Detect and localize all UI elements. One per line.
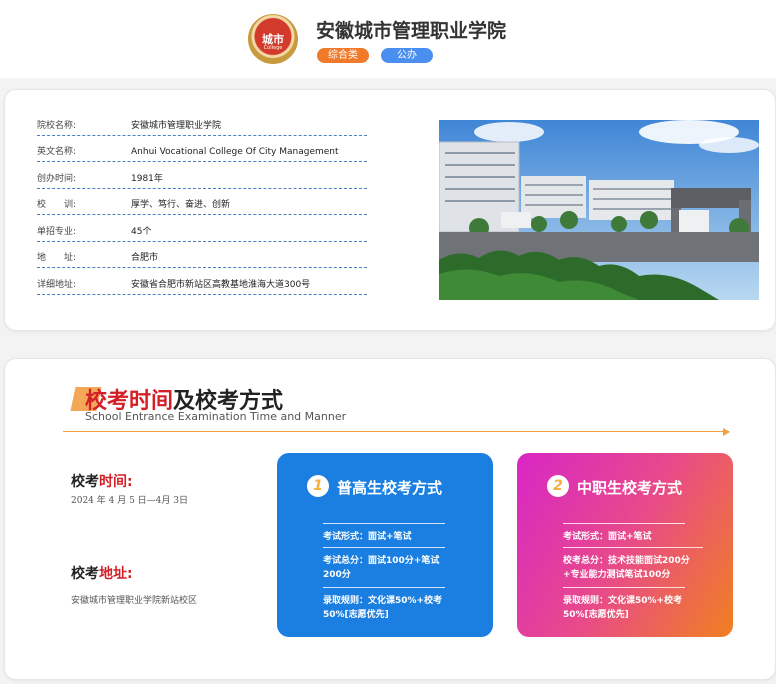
info-row: 单招专业: 45个 [37, 216, 367, 242]
section-subtitle: School Entrance Examination Time and Man… [85, 410, 347, 423]
info-label: 校 训: [37, 200, 77, 210]
info-label: 院校名称: [37, 121, 77, 131]
number-badge: 1 [307, 475, 329, 497]
school-title: 安徽城市管理职业学院 [316, 20, 507, 42]
info-value: 合肥市 [131, 253, 159, 263]
exam-address-value: 安徽城市管理职业学院新站校区 [71, 596, 198, 606]
ownership-tag[interactable]: 公办 [381, 48, 433, 63]
method-line: 校考总分：技术技能面试200分+专业能力测试笔试100分 [563, 547, 703, 582]
info-value: Anhui Vocational College Of City Managem… [131, 147, 339, 157]
campus-photo [439, 120, 759, 300]
info-row: 详细地址: 安徽省合肥市新站区高教基地淮海大道300号 [37, 269, 367, 295]
vocational-school-method-card: 2 中职生校考方式 考试形式：面试+笔试 校考总分：技术技能面试200分+专业能… [517, 453, 733, 637]
exam-section-card: 校考时间及校考方式 School Entrance Examination Ti… [4, 358, 776, 680]
info-value: 45个 [131, 227, 152, 237]
info-row: 英文名称: Anhui Vocational College Of City M… [37, 136, 367, 162]
info-value: 厚学、笃行、奋进、创新 [131, 200, 231, 210]
logo-subtext: College [263, 45, 283, 51]
method-line: 录取规则：文化课50%+校考50%[志愿优先] [323, 587, 445, 622]
info-value: 安徽城市管理职业学院 [131, 121, 222, 131]
info-row: 校 训: 厚学、笃行、奋进、创新 [37, 189, 367, 215]
method-line: 考试总分：面试100分+笔试200分 [323, 547, 445, 582]
general-high-school-method-card: 1 普高生校考方式 考试形式：面试+笔试 考试总分：面试100分+笔试200分 … [277, 453, 493, 637]
info-label: 创办时间: [37, 174, 77, 184]
campus-photo-illustration [439, 120, 759, 300]
info-label: 详细地址: [37, 280, 77, 290]
school-info-card: 院校名称: 安徽城市管理职业学院 英文名称: Anhui Vocational … [4, 89, 776, 331]
exam-time-value: 2024 年 4 月 5 日—4月 3日 [71, 496, 188, 506]
info-label: 单招专业: [37, 227, 77, 237]
info-value: 安徽省合肥市新站区高教基地淮海大道300号 [131, 280, 311, 290]
info-row: 地 址: 合肥市 [37, 242, 367, 268]
method-line: 考试形式：面试+笔试 [563, 523, 685, 544]
exam-address-label: 校考地址: [71, 563, 133, 583]
method-line: 录取规则：文化课50%+校考50%[志愿优先] [563, 587, 685, 622]
exam-time-label: 校考时间: [71, 471, 133, 491]
school-header: 城市 College 安徽城市管理职业学院 综合类 公办 [0, 0, 776, 78]
method-title: 中职生校考方式 [577, 479, 683, 497]
info-label: 英文名称: [37, 147, 77, 157]
exam-address-label-b: 地址: [99, 566, 133, 582]
info-label: 地 址: [37, 253, 77, 263]
school-logo: 城市 College [248, 14, 298, 64]
info-row: 院校名称: 安徽城市管理职业学院 [37, 110, 367, 136]
arrow-right-icon [723, 428, 730, 436]
number-badge: 2 [547, 475, 569, 497]
info-value: 1981年 [131, 174, 163, 184]
section-divider [63, 431, 729, 432]
info-row: 创办时间: 1981年 [37, 163, 367, 189]
exam-time-label-b: 时间: [99, 474, 133, 490]
exam-time-label-a: 校考 [71, 474, 99, 490]
method-title: 普高生校考方式 [337, 479, 443, 497]
exam-address-label-a: 校考 [71, 566, 99, 582]
method-line: 考试形式：面试+笔试 [323, 523, 445, 544]
type-tag[interactable]: 综合类 [317, 48, 369, 63]
